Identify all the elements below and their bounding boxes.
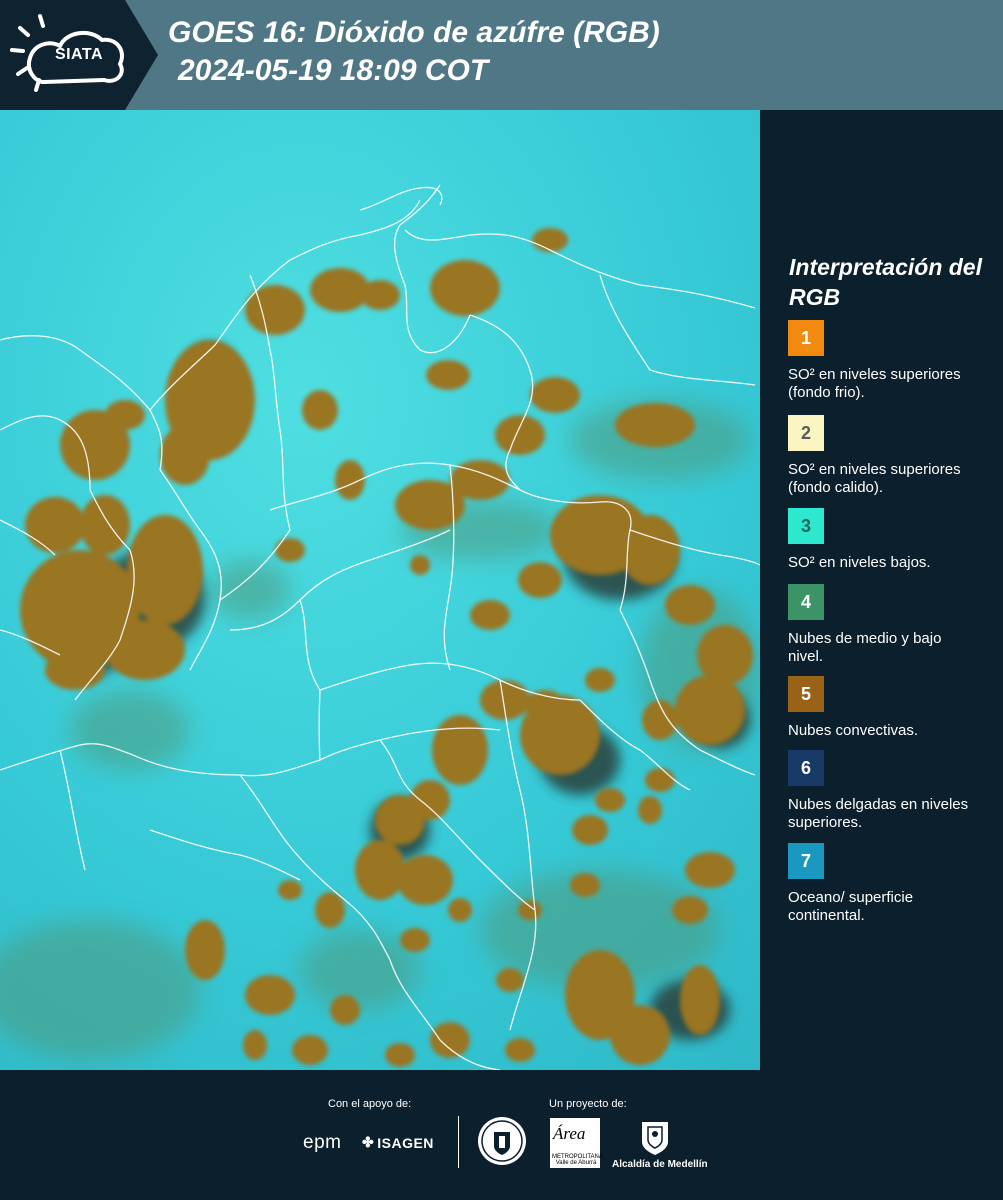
support-caption: Con el apoyo de:: [328, 1098, 412, 1110]
legend-panel: Interpretación del RGB 1 SO² en niveles …: [760, 110, 1003, 1070]
footer-divider: [458, 1116, 459, 1168]
legend-item-1: 1 SO² en niveles superiores (fondo frio)…: [788, 320, 988, 402]
area-logo-subtext: METROPOLITANA Valle de Aburrá: [552, 1154, 603, 1166]
siata-logo[interactable]: SIATA: [0, 0, 158, 110]
legend-label: SO² en niveles superiores (fondo frio).: [788, 366, 961, 401]
legend-number: 4: [800, 591, 811, 612]
medellin-seal-icon[interactable]: [477, 1116, 527, 1166]
isagen-text: ISAGEN: [377, 1134, 434, 1151]
legend-swatch-7: 7: [788, 843, 824, 879]
legend-item-4: 4 Nubes de medio y bajo nivel.: [788, 584, 988, 666]
isagen-icon: ✤: [362, 1134, 375, 1150]
legend-title: Interpretación del RGB: [789, 254, 982, 310]
project-caption: Un proyecto de:: [549, 1098, 627, 1110]
legend-label: Nubes delgadas en niveles superiores.: [788, 796, 969, 831]
legend-number: 7: [800, 850, 811, 871]
legend-swatch-1: 1: [788, 320, 824, 356]
legend-label: Nubes de medio y bajo nivel.: [788, 630, 942, 665]
legend-item-2: 2 SO² en niveles superiores (fondo calid…: [788, 415, 988, 497]
legend-number: 5: [800, 683, 811, 704]
epm-logo[interactable]: epm: [303, 1132, 341, 1154]
area-logo-text: Área: [553, 1124, 586, 1143]
legend-swatch-2: 2: [788, 415, 824, 451]
alcaldia-shield-icon[interactable]: [640, 1118, 670, 1156]
legend-item-6: 6 Nubes delgadas en niveles superiores.: [788, 750, 988, 832]
legend-swatch-3: 3: [788, 508, 824, 544]
page-title: GOES 16: Dióxido de azúfre (RGB): [168, 16, 660, 49]
legend-label: SO² en niveles bajos.: [788, 554, 931, 571]
map-canvas: [0, 110, 760, 1070]
legend-swatch-6: 6: [788, 750, 824, 786]
legend-number: 1: [800, 327, 811, 348]
legend-label: Oceano/ superficie continental.: [788, 889, 914, 924]
satellite-map[interactable]: [0, 110, 760, 1070]
legend-number: 6: [800, 757, 811, 778]
legend-number: 3: [800, 515, 811, 536]
legend-label: SO² en niveles superiores (fondo calido)…: [788, 461, 961, 496]
footer: Con el apoyo de: Un proyecto de: epm ✤ I…: [0, 1070, 1003, 1200]
header-bar: SIATA GOES 16: Dióxido de azúfre (RGB) 2…: [0, 0, 1003, 110]
logo-text: SIATA: [54, 46, 104, 63]
legend-number: 2: [800, 422, 811, 443]
timestamp: 2024-05-19 18:09 COT: [178, 54, 489, 87]
legend-swatch-5: 5: [788, 676, 824, 712]
isagen-logo[interactable]: ✤ ISAGEN: [362, 1134, 434, 1151]
legend-item-5: 5 Nubes convectivas.: [788, 676, 988, 740]
alcaldia-text: Alcaldía de Medellín: [612, 1159, 708, 1170]
legend-label: Nubes convectivas.: [788, 722, 919, 739]
legend-item-3: 3 SO² en niveles bajos.: [788, 508, 988, 572]
legend-swatch-4: 4: [788, 584, 824, 620]
legend-item-7: 7 Oceano/ superficie continental.: [788, 843, 988, 925]
